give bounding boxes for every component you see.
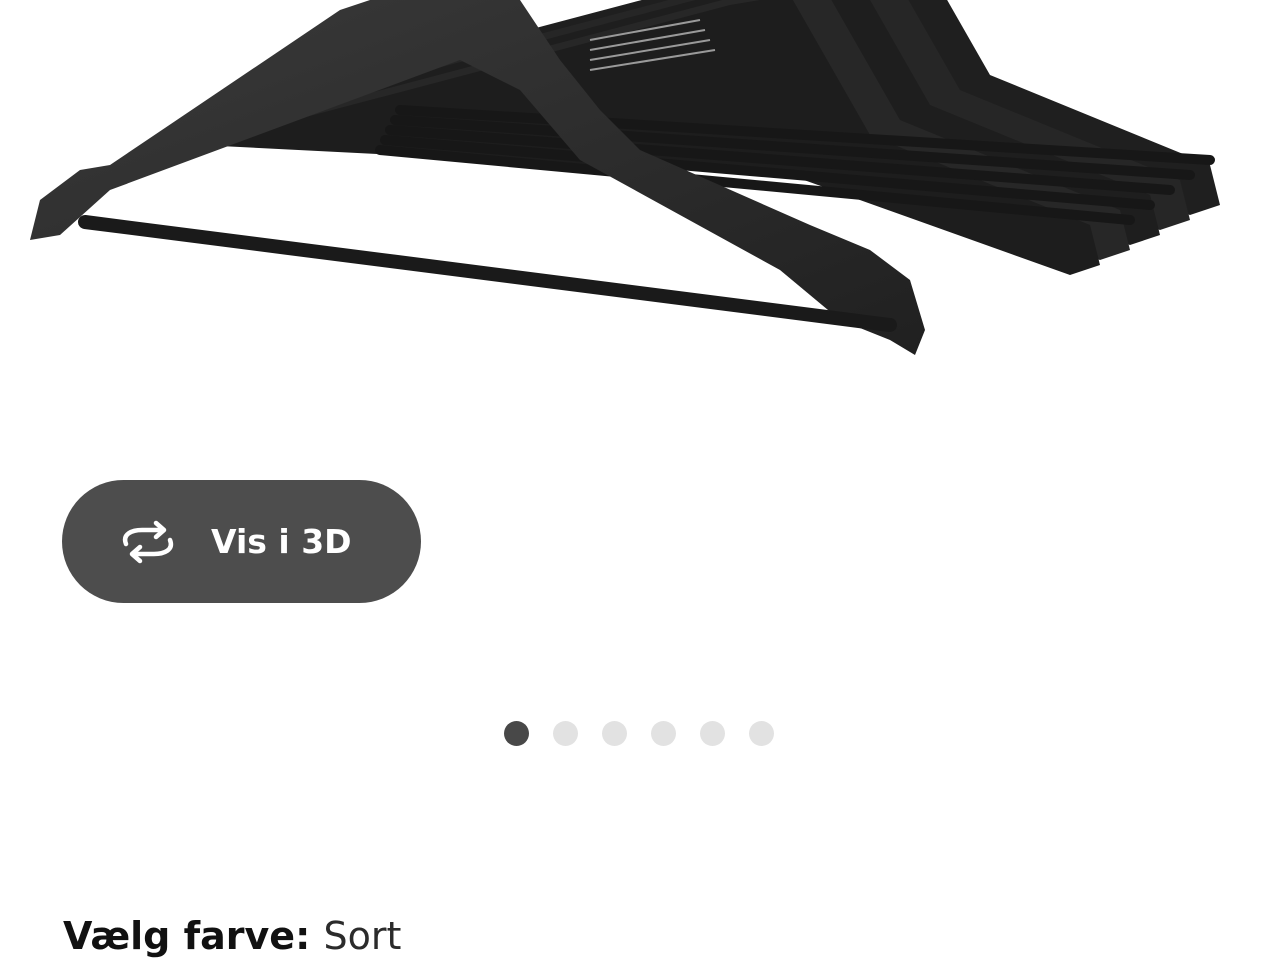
carousel-dot-5[interactable] <box>700 721 725 746</box>
color-selector-value: Sort <box>323 914 402 958</box>
carousel-dot-2[interactable] <box>553 721 578 746</box>
carousel-dot-4[interactable] <box>651 721 676 746</box>
view-in-3d-label: Vis i 3D <box>211 522 352 561</box>
carousel-pagination <box>504 721 774 747</box>
product-page: Vis i 3D Vælg farve: Sort <box>0 0 1280 960</box>
carousel-dot-1[interactable] <box>504 721 529 746</box>
rotate-3d-icon <box>122 520 174 564</box>
color-selector[interactable]: Vælg farve: Sort <box>63 910 401 960</box>
carousel-dot-3[interactable] <box>602 721 627 746</box>
carousel-dot-6[interactable] <box>749 721 774 746</box>
view-in-3d-button[interactable]: Vis i 3D <box>62 480 421 603</box>
product-image[interactable] <box>0 0 1280 380</box>
color-selector-label: Vælg farve: <box>63 914 324 958</box>
